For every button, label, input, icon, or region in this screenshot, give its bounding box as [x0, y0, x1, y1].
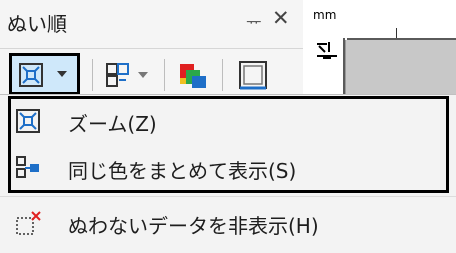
color-group-split-button[interactable]: [104, 60, 154, 90]
chevron-down-icon[interactable]: [56, 68, 68, 80]
ruler-unit: mm: [313, 8, 337, 22]
frame-button[interactable]: [234, 60, 274, 90]
ruler-origin-icon: [315, 40, 341, 66]
frame-icon[interactable]: [234, 60, 274, 90]
hide-unstitched-icon: [14, 209, 42, 237]
menu-highlight-frame: [8, 96, 449, 193]
toolbar-divider: [0, 48, 303, 49]
menu-item-label: ぬわないデータを非表示(H): [68, 214, 319, 238]
toolbar-separator: [164, 59, 165, 91]
color-group-icon[interactable]: [104, 60, 154, 90]
toolbar-separator: [222, 59, 223, 91]
menu-separator: [0, 196, 456, 197]
panel-title: ぬい順: [7, 12, 67, 36]
menu-item-hide-unstitched[interactable]: ぬわないデータを非表示(H): [0, 199, 456, 245]
zoom-fit-icon[interactable]: [18, 62, 44, 88]
pin-icon[interactable]: ᅲ: [246, 8, 262, 33]
ruler-tick: [396, 28, 397, 38]
close-icon[interactable]: ✕: [272, 6, 290, 30]
color-swatch-button[interactable]: [174, 60, 212, 90]
color-swatch-icon[interactable]: [174, 60, 212, 90]
zoom-split-button[interactable]: [9, 53, 80, 95]
toolbar-separator: [92, 59, 93, 91]
